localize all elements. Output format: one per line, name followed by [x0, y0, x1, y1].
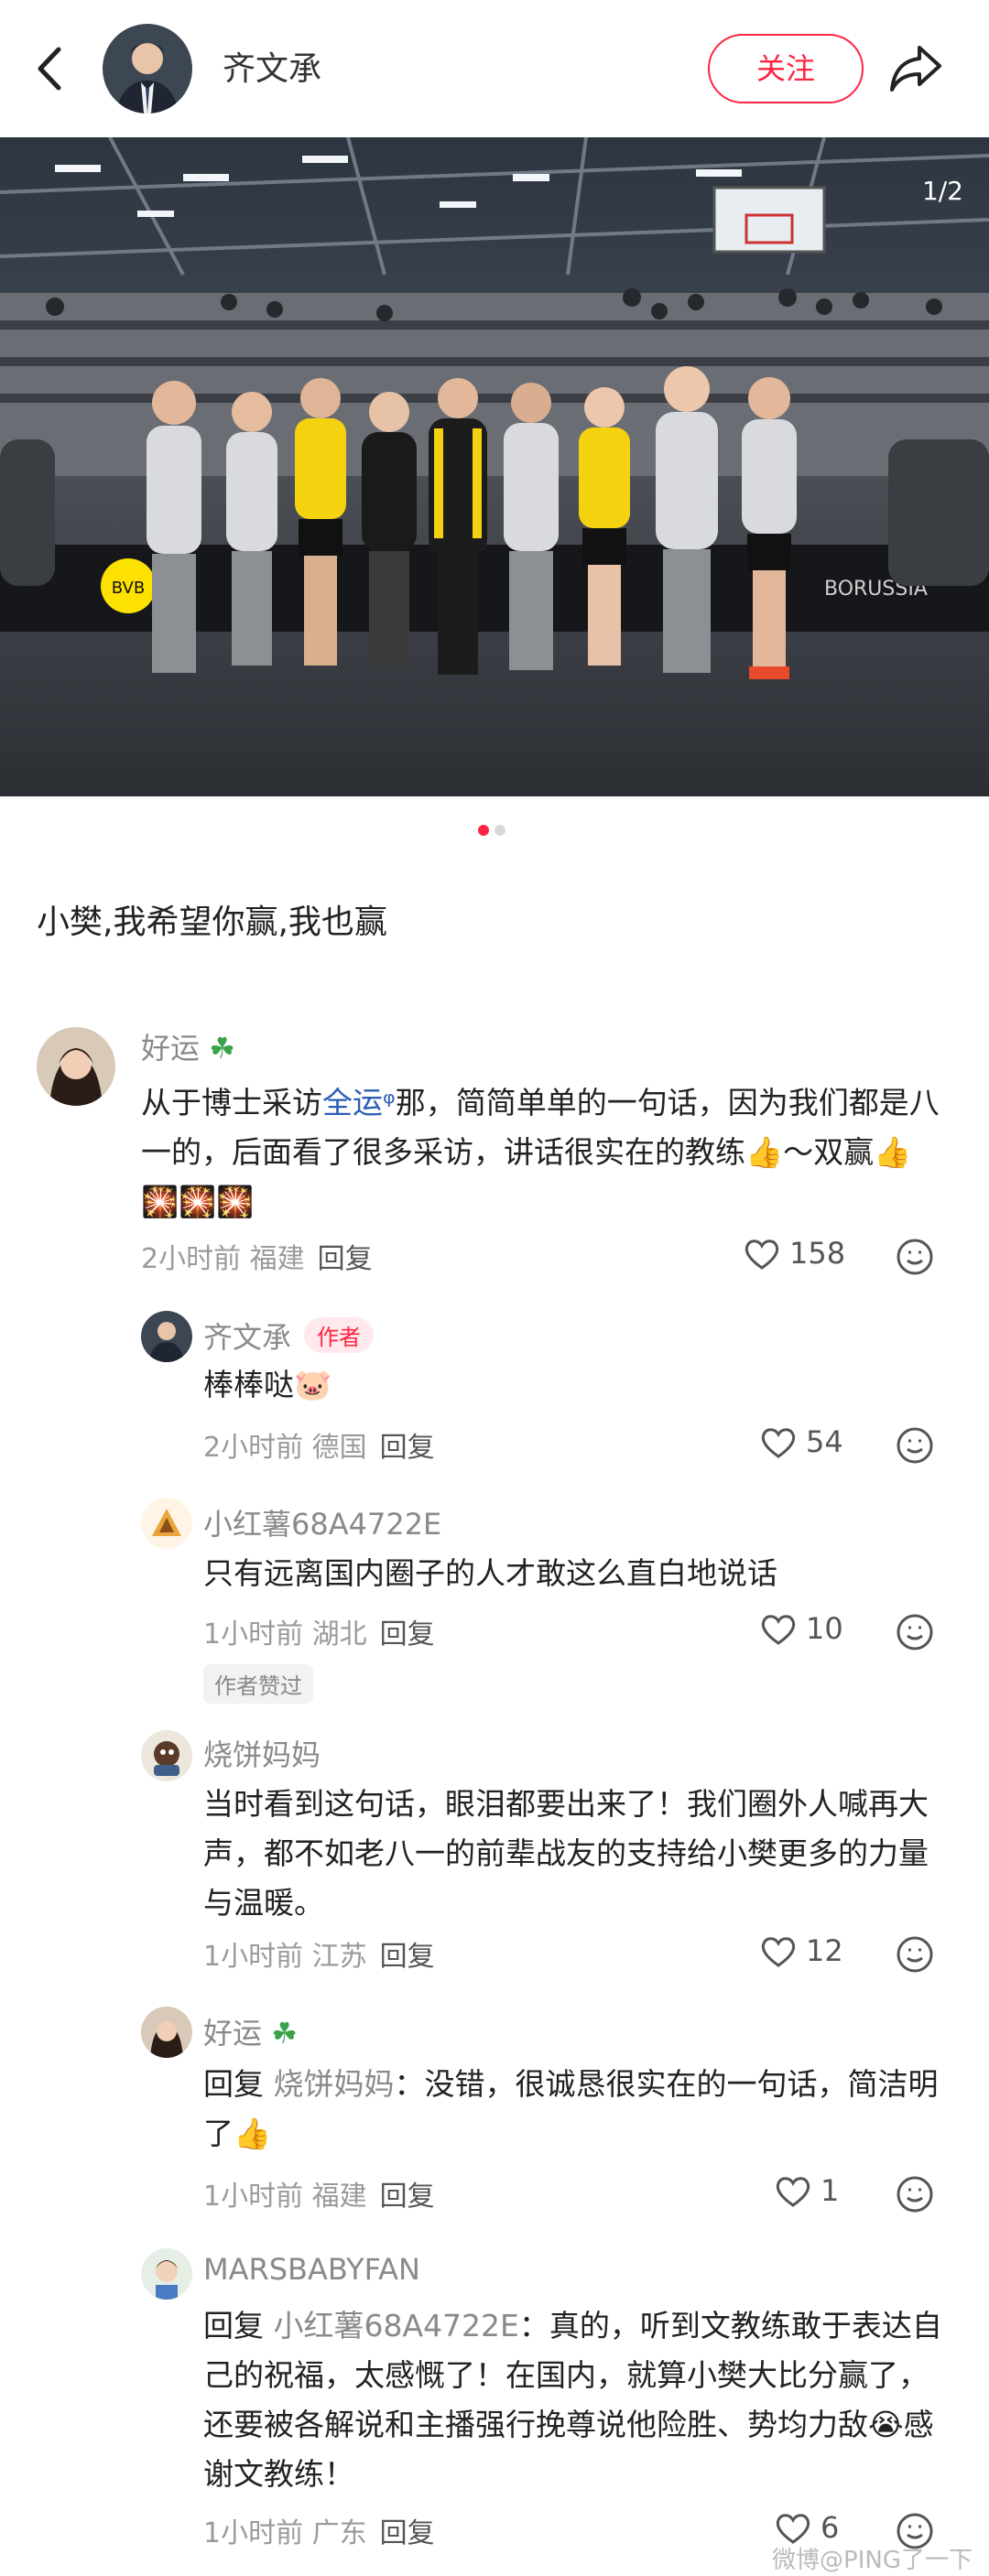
- commenter-name[interactable]: 齐文承 作者: [203, 1315, 375, 1357]
- heart-icon: [761, 1428, 796, 1458]
- thumbs-up-emoji-icon: 👍: [874, 1134, 912, 1170]
- like-button[interactable]: 12: [760, 1933, 843, 1968]
- mention-link[interactable]: 小红薯68A4722E: [274, 2308, 519, 2343]
- emoji-react-button[interactable]: [896, 1238, 934, 1280]
- share-icon: [890, 46, 941, 92]
- smiley-icon: [897, 2176, 933, 2213]
- smiley-icon: [897, 1614, 933, 1651]
- emoji-react-button[interactable]: [896, 1613, 934, 1655]
- comment-meta: 1小时前 福建 回复: [203, 2181, 435, 2213]
- comment-text: 只有远离国内圈子的人才敢这么直白地说话: [203, 1555, 777, 1591]
- follow-button[interactable]: 关注: [708, 34, 864, 103]
- commenter-name[interactable]: 小红薯68A4722E: [203, 1501, 441, 1543]
- smiley-icon: [897, 1427, 933, 1464]
- carousel-indicator: [478, 822, 511, 839]
- clover-icon: ☘: [209, 1031, 235, 1066]
- clover-icon: ☘: [271, 2016, 298, 2051]
- heart-icon: [761, 1615, 796, 1645]
- comment-meta: 1小时前 广东 回复: [203, 2517, 435, 2549]
- pig-emoji-icon: 🐷: [294, 1367, 332, 1402]
- commenter-name[interactable]: 好运 ☘: [141, 1025, 235, 1067]
- reply-button[interactable]: 回复: [380, 2517, 435, 2549]
- like-button[interactable]: 1: [775, 2173, 839, 2208]
- comment-text: 当时看到这句话，眼泪都要出来了！我们圈外人喊再大声，都不如老八一的前辈战友的支持…: [203, 1786, 929, 1921]
- reply-button[interactable]: 回复: [318, 1243, 373, 1275]
- share-button[interactable]: [886, 40, 945, 95]
- author-avatar[interactable]: [103, 24, 192, 114]
- firework-emoji-icon: 🎇🎇🎇: [141, 1184, 255, 1219]
- heart-icon: [776, 2177, 810, 2207]
- team-photo-illustration: BVB BORUSSIA: [0, 137, 989, 796]
- heart-icon: [744, 1239, 779, 1270]
- carousel-dot[interactable]: [494, 825, 505, 836]
- mention-link[interactable]: 烧饼妈妈: [274, 2066, 395, 2102]
- commenter-name[interactable]: MARSBABYFAN: [203, 2252, 420, 2287]
- commenter-avatar[interactable]: [141, 1311, 192, 1362]
- back-button[interactable]: [27, 37, 73, 101]
- post-image[interactable]: BVB BORUSSIA 1/2: [0, 137, 989, 796]
- reply-button[interactable]: 回复: [380, 1432, 435, 1464]
- image-counter: 1/2: [921, 176, 963, 206]
- comment-text: 从于博士采访全运ᵠ那，简简单单的一句话，因为我们都是八一的，后面看了很多采访，讲…: [141, 1085, 940, 1219]
- like-button[interactable]: 158: [744, 1236, 845, 1271]
- commenter-name[interactable]: 好运 ☘: [203, 2010, 298, 2052]
- commenter-avatar[interactable]: [141, 1498, 192, 1549]
- commenter-avatar[interactable]: [141, 1730, 192, 1781]
- thumbs-up-emoji-icon: 👍: [745, 1134, 784, 1170]
- author-liked-tag: 作者赞过: [203, 1664, 313, 1704]
- commenter-name[interactable]: 烧饼妈妈: [203, 1732, 321, 1774]
- crying-emoji-icon: 😭: [868, 2407, 904, 2442]
- watermark: 微博@PING了一下: [772, 2547, 973, 2574]
- like-button[interactable]: 10: [760, 1611, 843, 1646]
- comment-meta: 1小时前 湖北 回复: [203, 1618, 435, 1651]
- emoji-react-button[interactable]: [896, 1426, 934, 1468]
- heart-icon: [776, 2514, 810, 2544]
- comment-text: 回复 烧饼妈妈：没错，很诚恳很实在的一句话，简洁明了👍: [203, 2066, 939, 2151]
- chevron-left-icon: [38, 47, 61, 91]
- post-caption: 小樊,我希望你赢,我也赢: [37, 904, 387, 941]
- thumbs-up-emoji-icon: 👍: [234, 2116, 272, 2151]
- reply-button[interactable]: 回复: [380, 1941, 435, 1973]
- carousel-dot-active[interactable]: [478, 825, 489, 836]
- commenter-avatar[interactable]: [37, 1027, 115, 1106]
- comment-meta: 2小时前 德国 回复: [203, 1432, 435, 1464]
- like-button[interactable]: 6: [775, 2510, 839, 2545]
- comment-meta: 1小时前 江苏 回复: [203, 1941, 435, 1973]
- smiley-icon: [897, 1936, 933, 1973]
- comment-text: 回复 小红薯68A4722E：真的，听到文教练敢于表达自己的祝福，太感慨了！在国…: [203, 2308, 942, 2492]
- topic-link[interactable]: 全运ᵠ: [322, 1085, 396, 1120]
- author-tag: 作者: [304, 1317, 375, 1353]
- smiley-icon: [897, 1239, 933, 1275]
- comment-text: 棒棒哒🐷: [203, 1367, 332, 1402]
- like-button[interactable]: 54: [760, 1424, 843, 1459]
- emoji-react-button[interactable]: [896, 2175, 934, 2217]
- commenter-avatar[interactable]: [141, 2248, 192, 2300]
- reply-button[interactable]: 回复: [380, 1618, 435, 1651]
- author-name[interactable]: 齐文承: [223, 42, 321, 90]
- heart-icon: [761, 1937, 796, 1967]
- commenter-avatar[interactable]: [141, 2007, 192, 2058]
- emoji-react-button[interactable]: [896, 1935, 934, 1977]
- svg-text:BVB: BVB: [112, 579, 145, 598]
- comment-meta: 2小时前 福建 回复: [141, 1243, 373, 1275]
- top-bar: 齐文承 关注: [0, 0, 989, 137]
- reply-button[interactable]: 回复: [380, 2181, 435, 2213]
